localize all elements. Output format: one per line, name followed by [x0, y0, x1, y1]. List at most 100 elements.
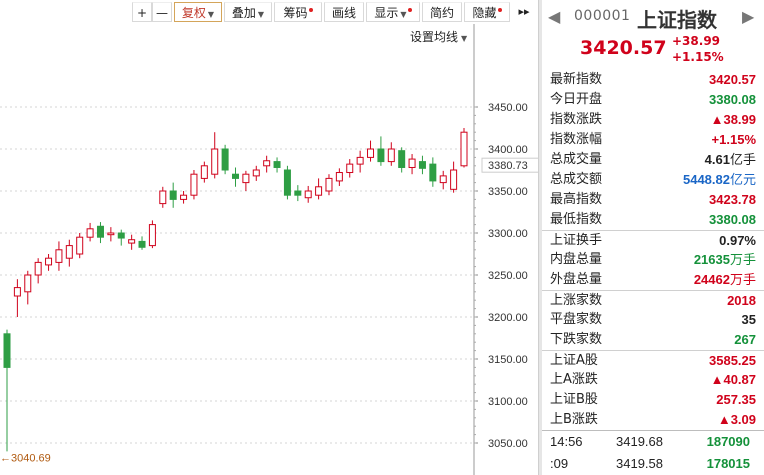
quote-row-label: 最新指数: [550, 72, 603, 87]
y-tick-label: 3450.00: [488, 102, 528, 114]
y-tick-label: 3400.00: [488, 144, 528, 156]
quote-row-value: 21635万手: [694, 250, 756, 271]
candle-down: [429, 163, 437, 182]
y-tick-label: 3200.00: [488, 312, 528, 324]
tick-list: 14:56 3419.68 187090:09 3419.58 178015: [542, 430, 764, 475]
candle-up: [190, 173, 198, 196]
candle-up: [356, 156, 364, 165]
fuquan-dropdown[interactable]: 复权 ▼: [174, 2, 222, 22]
chart-toolbar: + — 复权 ▼ 叠加 ▼ 筹码 画线 显示 ▼ 简约 隐藏 ▸▸: [0, 0, 538, 24]
quote-stats: 最新指数 3420.57 今日开盘 3380.08 指数涨跌 ▲38.99 指数涨幅 +1.1…: [542, 70, 764, 430]
candle-up: [86, 228, 94, 238]
candle-down: [283, 169, 291, 196]
quote-row-value: 3380.08: [709, 90, 756, 110]
candle-up: [346, 163, 354, 174]
caret-down-icon: ▼: [257, 10, 265, 19]
quote-row-number: 4.61: [704, 152, 730, 167]
current-price-label: 3380.73: [488, 160, 528, 172]
candle-up: [315, 186, 323, 196]
quote-row-value: 2018: [727, 291, 756, 311]
quote-row-label: 最低指数: [550, 212, 603, 227]
quote-row-number: 3423.78: [709, 192, 756, 207]
quote-row-number: 2018: [727, 293, 756, 308]
yincang-label: 隐藏: [472, 6, 497, 20]
quote-row: 外盘总量 24462万手: [542, 270, 764, 290]
quote-row-label: 今日开盘: [550, 92, 603, 107]
yincang-button[interactable]: 隐藏: [464, 2, 510, 22]
tick-price: 3419.68: [616, 434, 663, 449]
quote-row-label: 指数涨幅: [550, 132, 603, 147]
diejia-dropdown[interactable]: 叠加 ▼: [224, 2, 272, 22]
candle-up: [13, 287, 21, 297]
quote-row-value: ▲40.87: [711, 370, 756, 390]
quote-row-number: 5448.82: [682, 172, 730, 187]
y-tick-label: 3250.00: [488, 270, 528, 282]
quote-row-unit: 万手: [729, 253, 756, 268]
quote-row-label: 上证B股: [550, 392, 598, 407]
app-root: + — 复权 ▼ 叠加 ▼ 筹码 画线 显示 ▼ 简约 隐藏 ▸▸ 设置均线 ▼ 345…: [0, 0, 764, 475]
caret-down-icon: ▼: [207, 10, 215, 19]
quote-row-label: 上证A股: [550, 353, 598, 368]
candle-up: [45, 257, 53, 266]
candle-up: [408, 158, 416, 168]
quote-row-label: 总成交额: [550, 172, 603, 187]
quote-row: 下跌家数 267: [542, 330, 764, 350]
candle-down: [96, 225, 104, 238]
candle-down: [232, 173, 239, 179]
jianyue-button[interactable]: 简约: [422, 2, 462, 22]
candle-up: [335, 172, 343, 182]
chouma-button[interactable]: 筹码: [274, 2, 322, 22]
candle-up: [252, 169, 260, 177]
candle-down: [398, 150, 406, 168]
quote-row-number: 3380.08: [709, 92, 756, 107]
candle-up: [460, 131, 468, 167]
quote-row-label: 下跌家数: [550, 332, 603, 347]
candlestick-chart[interactable]: 3450.00 3400.00 3350.00 3300.00 3250.00 3200.…: [0, 24, 538, 475]
price-change-block: +38.99 +1.15%: [672, 33, 724, 65]
quote-row-unit: 亿手: [729, 153, 756, 168]
quote-row-label: 外盘总量: [550, 272, 603, 287]
quote-row-label: 内盘总量: [550, 252, 603, 267]
quote-row-value: 0.97%: [719, 231, 756, 251]
quote-row: 内盘总量 21635万手: [542, 250, 764, 270]
next-stock-icon[interactable]: ▶: [742, 7, 754, 26]
quote-row-label: 上涨家数: [550, 293, 603, 308]
quote-row: 上证B股 257.35: [542, 390, 764, 410]
huaxian-button[interactable]: 画线: [324, 2, 364, 22]
zoom-out-button[interactable]: —: [152, 2, 172, 22]
candle-down: [138, 240, 146, 248]
quote-row-value: 3585.25: [709, 351, 756, 371]
candle-up: [242, 173, 250, 184]
candle-up: [180, 194, 188, 200]
quote-row: 上B涨跌 ▲3.09: [542, 410, 764, 430]
candle-up: [450, 169, 458, 190]
min-price-label: ←3040.69: [0, 452, 51, 464]
candle-up: [439, 175, 447, 184]
quote-row-unit: 亿元: [729, 173, 756, 188]
quote-row: 总成交额 5448.82亿元: [542, 170, 764, 190]
quote-row: 上涨家数 2018: [542, 290, 764, 310]
xianshi-dropdown[interactable]: 显示 ▼: [366, 2, 420, 22]
candle-down: [221, 148, 229, 171]
candle-down: [3, 333, 11, 368]
stock-name: 上证指数: [637, 8, 717, 32]
quote-row-number: 35: [741, 312, 756, 327]
candle-up: [304, 190, 312, 199]
quote-row-number: 3420.57: [709, 72, 756, 87]
price-change: +38.99: [672, 34, 721, 48]
quote-row-unit: 万手: [729, 273, 756, 288]
zoom-in-button[interactable]: +: [132, 2, 152, 22]
chouma-label: 筹码: [283, 6, 308, 20]
quote-panel: ◀ 000001 上证指数 ▶ 3420.57 +38.99 +1.15% 最新…: [542, 0, 764, 475]
expand-icon[interactable]: ▸▸: [512, 2, 536, 22]
quote-row-label: 上B涨跌: [550, 412, 598, 427]
candle-down: [273, 161, 281, 168]
candle-down: [377, 148, 385, 163]
candle-up: [34, 261, 42, 276]
quote-row-number: 0.97%: [719, 233, 756, 248]
quote-row-value: ▲3.09: [718, 410, 756, 430]
prev-stock-icon[interactable]: ◀: [548, 7, 560, 26]
quote-row-label: 最高指数: [550, 192, 603, 207]
xianshi-label: 显示: [374, 6, 399, 20]
tick-volume: 178015: [706, 456, 750, 471]
